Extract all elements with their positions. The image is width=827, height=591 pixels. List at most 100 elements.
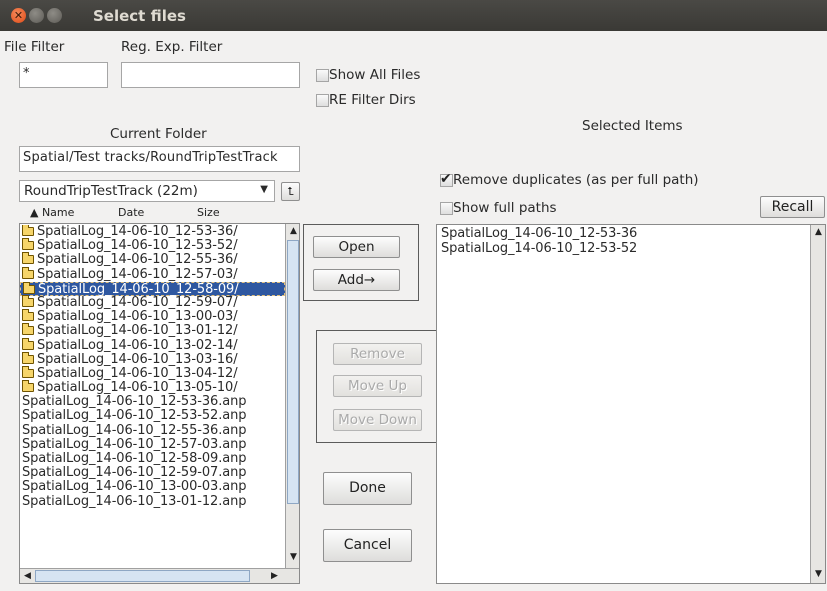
file-list-item[interactable]: SpatialLog_14-06-10_12-53-36.anp — [20, 395, 285, 409]
file-list-item-label: SpatialLog_14-06-10_13-04-12/ — [37, 365, 238, 381]
show-all-files-box[interactable] — [316, 68, 329, 82]
file-list-item-label: SpatialLog_14-06-10_12-53-52.anp — [22, 408, 247, 424]
move-down-button[interactable]: Move Down — [333, 409, 422, 431]
file-list-item[interactable]: SpatialLog_14-06-10_12-53-52.anp — [20, 409, 285, 423]
show-all-files-label: Show All Files — [329, 67, 421, 83]
file-list-item[interactable]: SpatialLog_14-06-10_13-00-03.anp — [20, 480, 285, 494]
selected-items-rows: SpatialLog_14-06-10_12-53-36 SpatialLog_1… — [439, 226, 809, 257]
show-all-files-checkbox[interactable]: Show All Files — [316, 67, 420, 83]
folder-combo[interactable]: RoundTripTestTrack (22m) ▼ — [19, 180, 275, 202]
file-list-item[interactable]: SpatialLog_14-06-10_12-55-36/ — [20, 252, 285, 268]
show-full-paths-checkbox[interactable]: Show full paths — [440, 200, 557, 216]
selected-item[interactable]: SpatialLog_14-06-10_12-53-52 — [439, 241, 809, 257]
file-list-item[interactable]: SpatialLog_14-06-10_12-59-07.anp — [20, 466, 285, 480]
file-list-item[interactable]: SpatialLog_14-06-10_12-57-03.anp — [20, 436, 285, 452]
file-list-item-label: SpatialLog_14-06-10_13-01-12/ — [37, 323, 238, 339]
cancel-button[interactable]: Cancel — [323, 529, 412, 562]
folder-icon — [22, 238, 34, 251]
folder-icon — [22, 365, 34, 378]
remove-duplicates-label: Remove duplicates (as per full path) — [453, 172, 699, 188]
remove-button[interactable]: Remove — [333, 343, 422, 365]
close-icon[interactable]: ✕ — [11, 8, 26, 23]
file-list-item[interactable]: SpatialLog_14-06-10_12-57-03/ — [20, 266, 285, 282]
show-full-paths-box[interactable] — [440, 201, 453, 215]
file-list[interactable]: SpatialLog_14-06-10_12-53-36/SpatialLog_… — [19, 223, 300, 584]
scroll-right-icon[interactable]: ▶ — [268, 570, 281, 583]
file-list-item[interactable]: SpatialLog_14-06-10_13-02-14/ — [20, 337, 285, 353]
file-list-item-label: SpatialLog_14-06-10_13-00-03.anp — [22, 479, 247, 495]
remove-duplicates-box[interactable] — [440, 171, 453, 187]
file-list-item[interactable]: SpatialLog_14-06-10_13-01-12/ — [20, 323, 285, 339]
file-list-item[interactable]: SpatialLog_14-06-10_13-05-10/ — [20, 380, 285, 396]
file-list-item-label: SpatialLog_14-06-10_12-53-52/ — [37, 238, 238, 254]
add-button[interactable]: Add→ — [313, 269, 400, 291]
scroll-up-icon[interactable]: ▲ — [287, 225, 299, 238]
file-list-item-label: SpatialLog_14-06-10_13-01-12.anp — [22, 493, 247, 509]
file-list-item[interactable]: SpatialLog_14-06-10_13-04-12/ — [20, 365, 285, 381]
file-list-vscrollbar[interactable]: ▲ ▼ — [285, 224, 299, 568]
folder-icon — [23, 281, 35, 294]
file-list-item-label: SpatialLog_14-06-10_13-05-10/ — [37, 380, 238, 396]
folder-up-button[interactable]: ⮤ — [281, 182, 300, 201]
selected-items-title: Selected Items — [582, 118, 683, 134]
file-list-item[interactable]: SpatialLog_14-06-10_12-59-07/ — [20, 294, 285, 310]
selected-list-vscrollbar[interactable]: ▲ ▼ — [810, 225, 825, 583]
selected-items-list[interactable]: SpatialLog_14-06-10_12-53-36 SpatialLog_1… — [436, 224, 826, 584]
scroll-down-icon[interactable]: ▼ — [812, 568, 825, 581]
file-list-rows: SpatialLog_14-06-10_12-53-36/SpatialLog_… — [20, 225, 285, 509]
open-button[interactable]: Open — [313, 236, 400, 258]
scroll-down-icon[interactable]: ▼ — [287, 551, 299, 564]
folder-icon — [22, 225, 34, 236]
selected-item[interactable]: SpatialLog_14-06-10_12-53-36 — [439, 226, 809, 242]
file-list-item[interactable]: SpatialLog_14-06-10_13-01-12.anp — [20, 493, 285, 509]
minimize-icon[interactable] — [29, 8, 44, 23]
folder-icon — [22, 323, 34, 336]
file-list-item[interactable]: SpatialLog_14-06-10_12-58-09/ — [20, 281, 285, 296]
recall-button[interactable]: Recall — [760, 196, 825, 218]
column-size-header[interactable]: Size — [197, 206, 220, 219]
file-list-item-label: SpatialLog_14-06-10_13-00-03/ — [37, 309, 238, 325]
scroll-up-icon[interactable]: ▲ — [812, 226, 825, 239]
folder-icon — [22, 294, 34, 307]
file-list-item[interactable]: SpatialLog_14-06-10_12-55-36.anp — [20, 422, 285, 438]
file-list-hscrollbar[interactable]: ◀ ▶ — [20, 568, 299, 583]
column-name-header[interactable]: ▲ Name — [30, 206, 74, 219]
current-folder-path[interactable]: Spatial/Test tracks/RoundTripTestTrack — [19, 146, 300, 172]
folder-icon — [22, 380, 34, 393]
file-list-item-label: SpatialLog_14-06-10_12-55-36.anp — [22, 422, 247, 438]
window-title: Select files — [93, 7, 186, 25]
title-bar: ✕ Select files — [0, 0, 827, 31]
file-list-item[interactable]: SpatialLog_14-06-10_13-00-03/ — [20, 309, 285, 325]
regexp-filter-label: Reg. Exp. Filter — [121, 39, 223, 55]
regexp-filter-input[interactable] — [121, 62, 300, 88]
h-scroll-thumb[interactable] — [35, 570, 250, 582]
file-list-item[interactable]: SpatialLog_14-06-10_13-03-16/ — [20, 351, 285, 367]
scroll-thumb[interactable] — [287, 240, 299, 504]
re-filter-dirs-label: RE Filter Dirs — [329, 92, 416, 108]
file-list-item-label: SpatialLog_14-06-10_12-59-07/ — [37, 294, 238, 310]
re-filter-dirs-checkbox[interactable]: RE Filter Dirs — [316, 92, 416, 108]
scroll-left-icon[interactable]: ◀ — [21, 570, 34, 583]
maximize-icon[interactable] — [47, 8, 62, 23]
file-list-item-label: SpatialLog_14-06-10_13-03-16/ — [37, 351, 238, 367]
file-list-item-label: SpatialLog_14-06-10_12-57-03.anp — [22, 436, 247, 452]
file-list-item[interactable]: SpatialLog_14-06-10_12-53-52/ — [20, 238, 285, 254]
file-list-item-label: SpatialLog_14-06-10_12-55-36/ — [37, 252, 238, 268]
column-date-header[interactable]: Date — [118, 206, 144, 219]
file-list-item[interactable]: SpatialLog_14-06-10_12-58-09.anp — [20, 451, 285, 466]
file-filter-input[interactable]: * — [19, 62, 108, 88]
file-list-item-label: SpatialLog_14-06-10_12-53-36/ — [37, 225, 238, 239]
current-folder-label: Current Folder — [110, 126, 207, 142]
file-list-item-label: SpatialLog_14-06-10_12-53-36.anp — [22, 394, 247, 410]
remove-duplicates-checkbox[interactable]: Remove duplicates (as per full path) — [440, 171, 699, 188]
folder-icon — [22, 309, 34, 322]
folder-combo-value: RoundTripTestTrack (22m) — [24, 183, 198, 199]
done-button[interactable]: Done — [323, 472, 412, 505]
re-filter-dirs-box[interactable] — [316, 93, 329, 107]
file-list-item[interactable]: SpatialLog_14-06-10_12-53-36/ — [20, 225, 285, 239]
folder-icon — [22, 266, 34, 279]
show-full-paths-label: Show full paths — [453, 200, 557, 216]
chevron-down-icon: ▼ — [260, 184, 268, 195]
file-list-item-label: SpatialLog_14-06-10_12-57-03/ — [37, 266, 238, 282]
move-up-button[interactable]: Move Up — [333, 375, 422, 397]
